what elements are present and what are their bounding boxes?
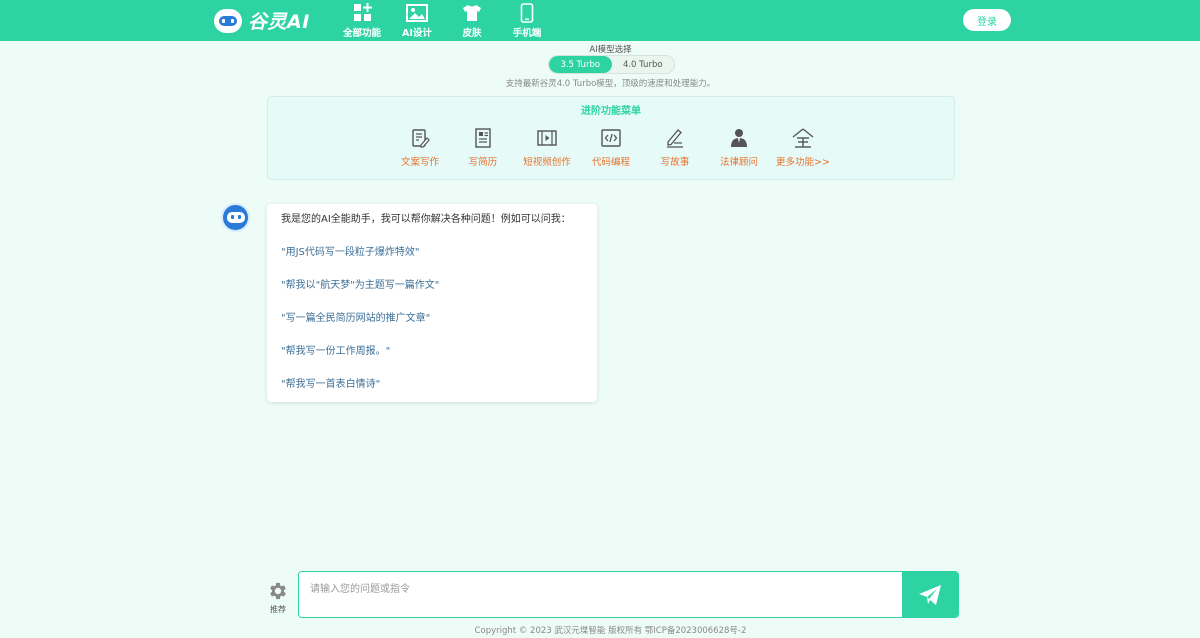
footer-copyright: Copyright © 2023 武汉元堞智能 版权所有 鄂ICP备202300… (474, 626, 747, 636)
bot-message-bubble: 我是您的AI全能助手，我可以帮你解决各种问题！例如可以问我： "用JS代码写一段… (267, 204, 597, 402)
recommend-label: 推荐 (270, 605, 286, 614)
bot-intro-text: 我是您的AI全能助手，我可以帮你解决各种问题！例如可以问我： (281, 214, 571, 225)
code-icon (600, 127, 622, 149)
top-navbar: 谷灵AI 全部功能 AI设计 皮肤 手机端 登录 (0, 0, 1200, 41)
suggestion-prompt[interactable]: "写一篇全民简历网站的推广文章" (281, 312, 583, 326)
send-button[interactable] (902, 572, 958, 617)
menu-item-label: 短视频创作 (523, 157, 571, 168)
recommend-button[interactable]: 推荐 (266, 580, 290, 616)
menu-item-label: 法律顾问 (719, 157, 758, 168)
model-option-4-0-turbo[interactable]: 4.0 Turbo (612, 56, 675, 73)
all-icon (792, 127, 814, 149)
menu-item-label: 写故事 (660, 157, 690, 168)
suggestion-prompt[interactable]: "帮我写一首表白情诗" (281, 378, 583, 392)
menu-item-copywriting[interactable]: 文案写作 (390, 127, 450, 171)
pen-writing-icon (664, 127, 686, 149)
menu-item-label: 代码编程 (591, 157, 630, 168)
nav-item-ai-design[interactable]: AI设计 (391, 2, 443, 39)
robot-icon (226, 212, 245, 223)
video-icon (536, 127, 558, 149)
chat-input[interactable] (299, 572, 903, 617)
advanced-menu-title: 进阶功能菜单 (581, 106, 641, 117)
menu-item-label: 写简历 (468, 157, 498, 168)
edit-document-icon (409, 127, 431, 149)
image-icon (406, 2, 428, 23)
model-option-3-5-turbo[interactable]: 3.5 Turbo (549, 56, 612, 73)
nav-label: 手机端 (512, 28, 542, 39)
advanced-features-menu: 进阶功能菜单 文案写作 写简历 短视频创作 代码编程 写故事 法律顾问 更多功能… (267, 96, 955, 180)
menu-item-label: 更多功能>> (776, 157, 830, 168)
nav-item-mobile[interactable]: 手机端 (501, 2, 553, 39)
gear-icon (270, 582, 286, 600)
lawyer-icon (728, 127, 750, 149)
nav-item-skin[interactable]: 皮肤 (446, 2, 498, 39)
grid-plus-icon (351, 2, 373, 23)
paper-plane-icon (919, 584, 941, 605)
site-logo[interactable]: 谷灵AI (214, 7, 310, 34)
suggestion-prompt[interactable]: "帮我以"航天梦"为主题写一篇作文" (281, 279, 583, 293)
main-nav: 全部功能 AI设计 皮肤 手机端 (336, 2, 556, 39)
nav-item-all-features[interactable]: 全部功能 (336, 2, 388, 39)
resume-icon (472, 127, 494, 149)
bot-avatar (221, 203, 250, 232)
model-toggle: 3.5 Turbo 4.0 Turbo (548, 55, 675, 74)
chat-input-container (298, 571, 959, 618)
menu-item-label: 文案写作 (400, 157, 439, 168)
robot-logo-icon (214, 8, 242, 33)
menu-item-short-video[interactable]: 短视频创作 (517, 127, 577, 171)
suggestion-prompt[interactable]: "用JS代码写一段粒子爆炸特效" (281, 246, 583, 260)
mobile-icon (516, 2, 538, 23)
model-select-title: AI模型选择 (589, 45, 632, 55)
model-description: 支持最新谷灵4.0 Turbo模型，顶级的速度和处理能力。 (505, 79, 716, 89)
menu-item-story[interactable]: 写故事 (645, 127, 705, 171)
menu-item-resume[interactable]: 写简历 (453, 127, 513, 171)
suggestion-prompt[interactable]: "帮我写一份工作周报。" (281, 345, 583, 359)
login-button[interactable]: 登录 (963, 9, 1011, 31)
logo-text: 谷灵AI (248, 11, 310, 33)
menu-item-more[interactable]: 更多功能>> (773, 127, 833, 171)
menu-item-legal[interactable]: 法律顾问 (709, 127, 769, 171)
nav-label: AI设计 (402, 28, 432, 39)
menu-item-coding[interactable]: 代码编程 (581, 127, 641, 171)
nav-label: 皮肤 (462, 28, 482, 39)
tshirt-icon (461, 2, 483, 23)
nav-label: 全部功能 (342, 28, 381, 39)
